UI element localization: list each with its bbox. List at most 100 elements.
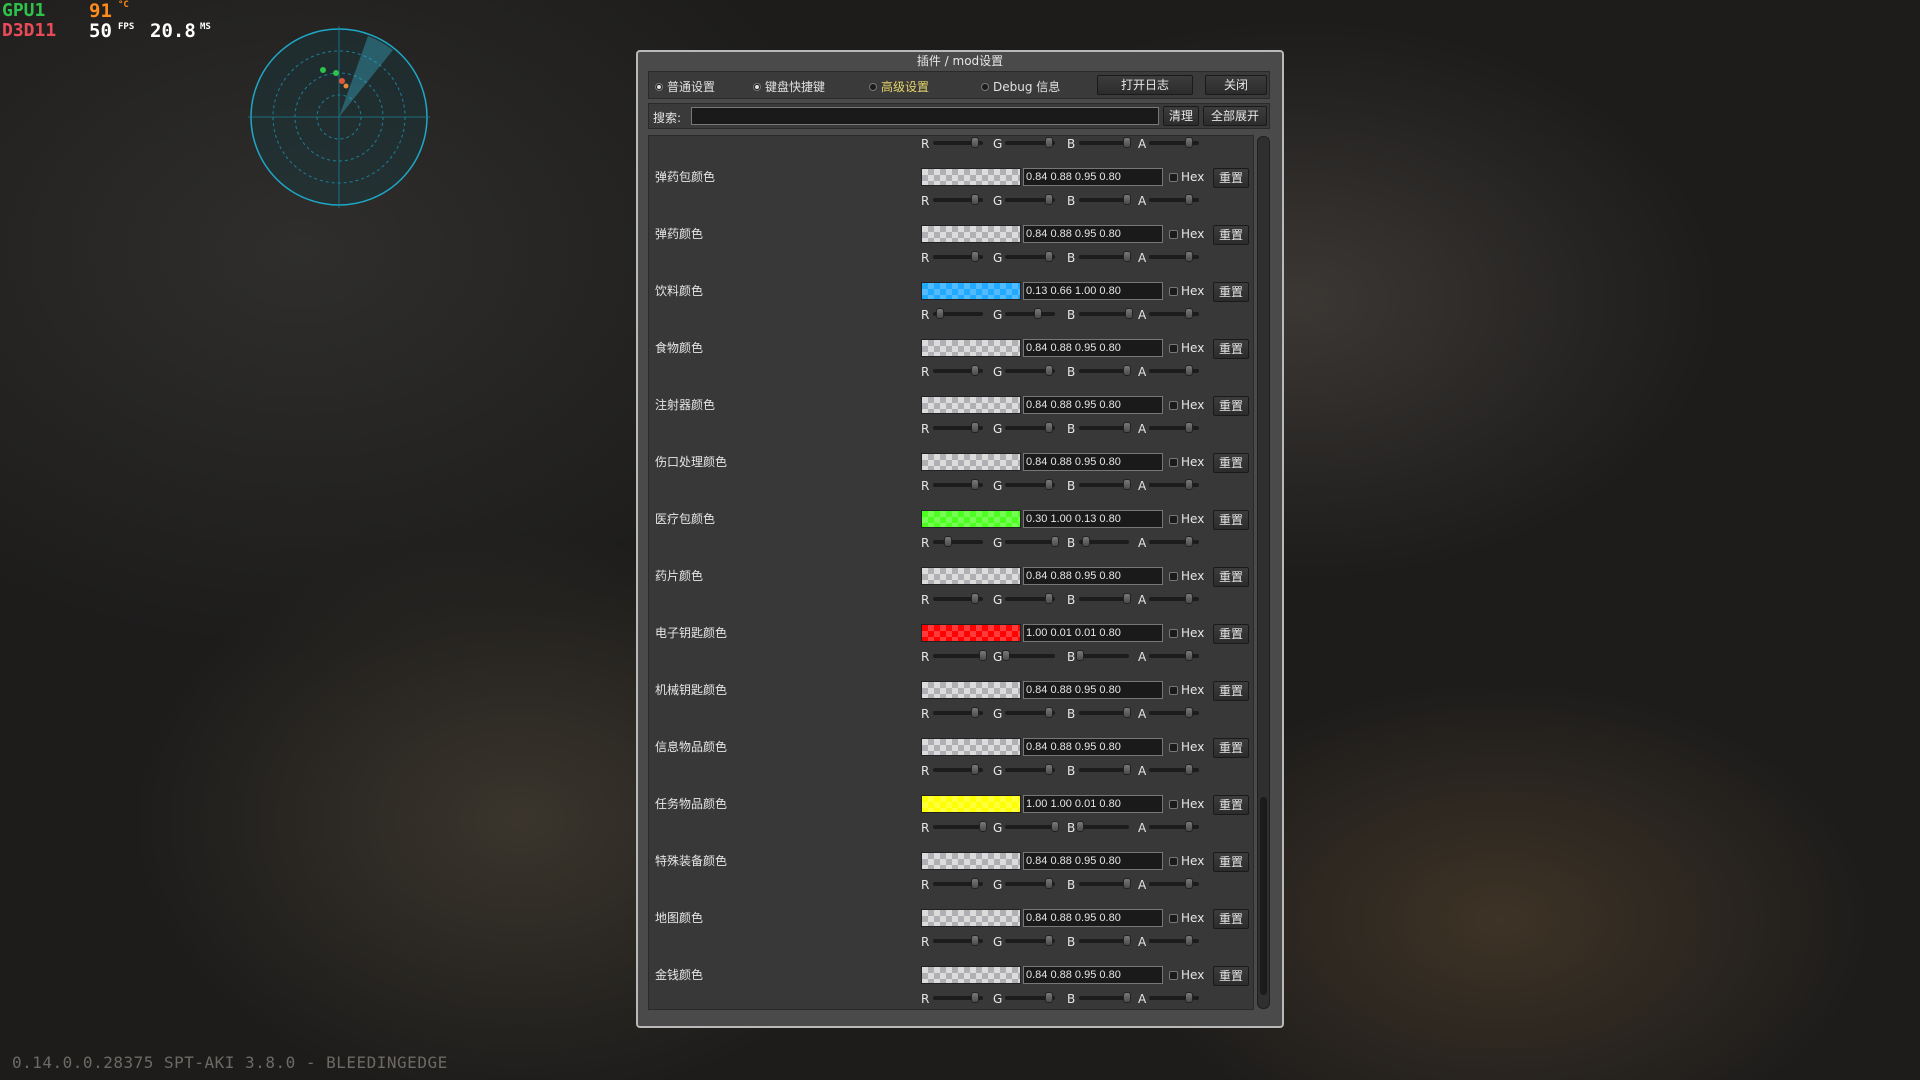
g-slider[interactable] — [1005, 479, 1055, 490]
reset-button[interactable]: 重置 — [1213, 624, 1249, 644]
r-slider[interactable] — [933, 935, 983, 946]
g-slider[interactable] — [1005, 707, 1055, 718]
color-value-input[interactable] — [1023, 966, 1163, 984]
slider-knob[interactable] — [1034, 308, 1042, 319]
reset-button[interactable]: 重置 — [1213, 396, 1249, 416]
b-slider[interactable] — [1075, 821, 1129, 832]
reset-button[interactable]: 重置 — [1213, 681, 1249, 701]
slider-knob[interactable] — [1075, 650, 1084, 661]
g-slider[interactable] — [1005, 251, 1055, 262]
slider-knob[interactable] — [1045, 479, 1053, 490]
color-value-input[interactable] — [1023, 510, 1163, 528]
hex-checkbox[interactable] — [1169, 743, 1178, 752]
tab-keyboard-shortcuts[interactable]: 键盘快捷键 — [753, 78, 825, 95]
reset-button[interactable]: 重置 — [1213, 225, 1249, 245]
a-slider[interactable] — [1149, 992, 1199, 1003]
slider-knob[interactable] — [971, 593, 979, 604]
slider-knob[interactable] — [971, 764, 979, 775]
g-slider[interactable] — [1005, 308, 1055, 319]
a-slider[interactable] — [1149, 764, 1199, 775]
reset-button[interactable]: 重置 — [1213, 567, 1249, 587]
slider-knob[interactable] — [1045, 422, 1053, 433]
slider-knob[interactable] — [979, 821, 987, 832]
color-value-input[interactable] — [1023, 795, 1163, 813]
hex-checkbox[interactable] — [1169, 914, 1178, 923]
a-slider[interactable] — [1149, 593, 1199, 604]
color-value-input[interactable] — [1023, 738, 1163, 756]
close-button[interactable]: 关闭 — [1205, 75, 1267, 95]
slider-knob[interactable] — [1045, 593, 1053, 604]
tab-advanced-settings[interactable]: 高级设置 — [869, 78, 929, 95]
slider-knob[interactable] — [971, 365, 979, 376]
color-value-input[interactable] — [1023, 681, 1163, 699]
g-slider[interactable] — [1005, 992, 1055, 1003]
slider-knob[interactable] — [1122, 764, 1131, 775]
r-slider[interactable] — [933, 536, 983, 547]
color-value-input[interactable] — [1023, 225, 1163, 243]
r-slider[interactable] — [933, 593, 983, 604]
color-swatch[interactable] — [921, 282, 1021, 300]
reset-button[interactable]: 重置 — [1213, 852, 1249, 872]
slider-knob[interactable] — [1185, 479, 1193, 490]
color-swatch[interactable] — [921, 738, 1021, 756]
reset-button[interactable]: 重置 — [1213, 339, 1249, 359]
tab-general-settings[interactable]: 普通设置 — [655, 78, 715, 95]
slider-knob[interactable] — [1185, 365, 1193, 376]
b-slider[interactable] — [1079, 935, 1131, 946]
a-slider[interactable] — [1149, 935, 1199, 946]
color-swatch[interactable] — [921, 168, 1021, 186]
slider-knob[interactable] — [1185, 536, 1193, 547]
slider-knob[interactable] — [1045, 764, 1053, 775]
expand-all-button[interactable]: 全部展开 — [1203, 106, 1267, 126]
hex-checkbox[interactable] — [1169, 287, 1178, 296]
a-slider[interactable] — [1149, 308, 1199, 319]
hex-checkbox[interactable] — [1169, 401, 1178, 410]
slider-knob[interactable] — [1185, 935, 1193, 946]
color-swatch[interactable] — [921, 396, 1021, 414]
slider-knob[interactable] — [1122, 992, 1131, 1003]
color-value-input[interactable] — [1023, 624, 1163, 642]
slider-knob[interactable] — [1185, 878, 1193, 889]
r-slider[interactable] — [933, 992, 983, 1003]
reset-button[interactable]: 重置 — [1213, 510, 1249, 530]
r-slider[interactable] — [933, 251, 983, 262]
color-swatch[interactable] — [921, 795, 1021, 813]
slider-knob[interactable] — [1045, 935, 1053, 946]
slider-knob[interactable] — [971, 707, 979, 718]
r-slider[interactable] — [933, 422, 983, 433]
slider-knob[interactable] — [1122, 422, 1131, 433]
slider-knob[interactable] — [1045, 878, 1053, 889]
slider-knob[interactable] — [1185, 194, 1193, 205]
g-slider[interactable] — [1005, 194, 1055, 205]
slider-knob[interactable] — [1185, 992, 1193, 1003]
color-value-input[interactable] — [1023, 282, 1163, 300]
color-value-input[interactable] — [1023, 339, 1163, 357]
g-slider[interactable] — [1005, 422, 1055, 433]
slider-knob[interactable] — [1122, 479, 1131, 490]
hex-checkbox[interactable] — [1169, 230, 1178, 239]
r-slider[interactable] — [933, 650, 987, 661]
color-swatch[interactable] — [921, 567, 1021, 585]
hex-checkbox[interactable] — [1169, 629, 1178, 638]
hex-checkbox[interactable] — [1169, 458, 1178, 467]
slider-knob[interactable] — [971, 194, 979, 205]
color-swatch[interactable] — [921, 852, 1021, 870]
slider-knob[interactable] — [1185, 422, 1193, 433]
b-slider[interactable] — [1079, 593, 1131, 604]
g-slider[interactable] — [1001, 650, 1055, 661]
slider-knob[interactable] — [1122, 251, 1131, 262]
slider-knob[interactable] — [1075, 821, 1084, 832]
a-slider[interactable] — [1149, 878, 1199, 889]
slider-knob[interactable] — [1045, 707, 1053, 718]
b-slider[interactable] — [1079, 536, 1129, 547]
slider-knob[interactable] — [1045, 194, 1053, 205]
color-swatch[interactable] — [921, 624, 1021, 642]
color-swatch[interactable] — [921, 339, 1021, 357]
b-slider[interactable] — [1079, 365, 1131, 376]
search-input[interactable] — [691, 107, 1159, 125]
tab-debug-info[interactable]: Debug 信息 — [981, 78, 1060, 95]
slider-knob[interactable] — [1045, 992, 1053, 1003]
g-slider[interactable] — [1005, 137, 1055, 148]
hex-checkbox[interactable] — [1169, 857, 1178, 866]
color-swatch[interactable] — [921, 909, 1021, 927]
